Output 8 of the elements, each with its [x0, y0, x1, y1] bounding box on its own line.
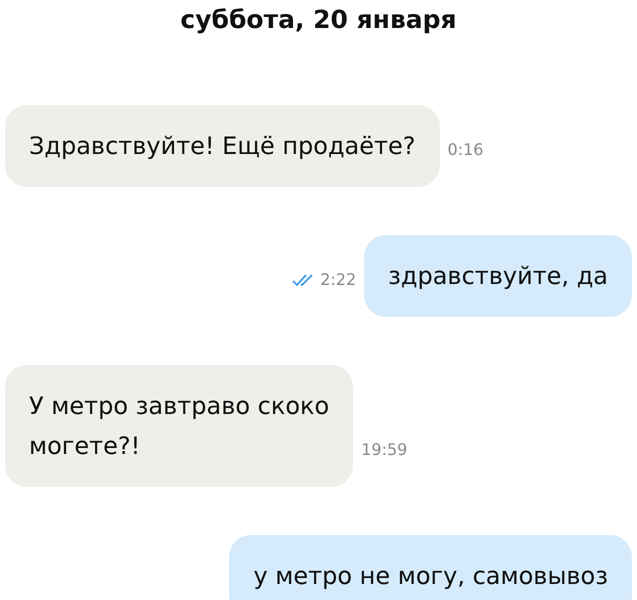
outgoing-message: у метро не могу, самовывоз: [229, 535, 632, 600]
incoming-message: Здравствуйте! Ещё продаёте?: [5, 105, 440, 187]
date-header: суббота, 20 января: [180, 4, 457, 36]
message-time: 0:16: [448, 140, 484, 159]
outgoing-message: здравствуйте, да: [364, 235, 632, 317]
incoming-message: У метро завтраво скоко могете?!: [5, 365, 354, 487]
message-time: 2:22: [320, 270, 356, 289]
message-time: 19:59: [361, 440, 408, 459]
